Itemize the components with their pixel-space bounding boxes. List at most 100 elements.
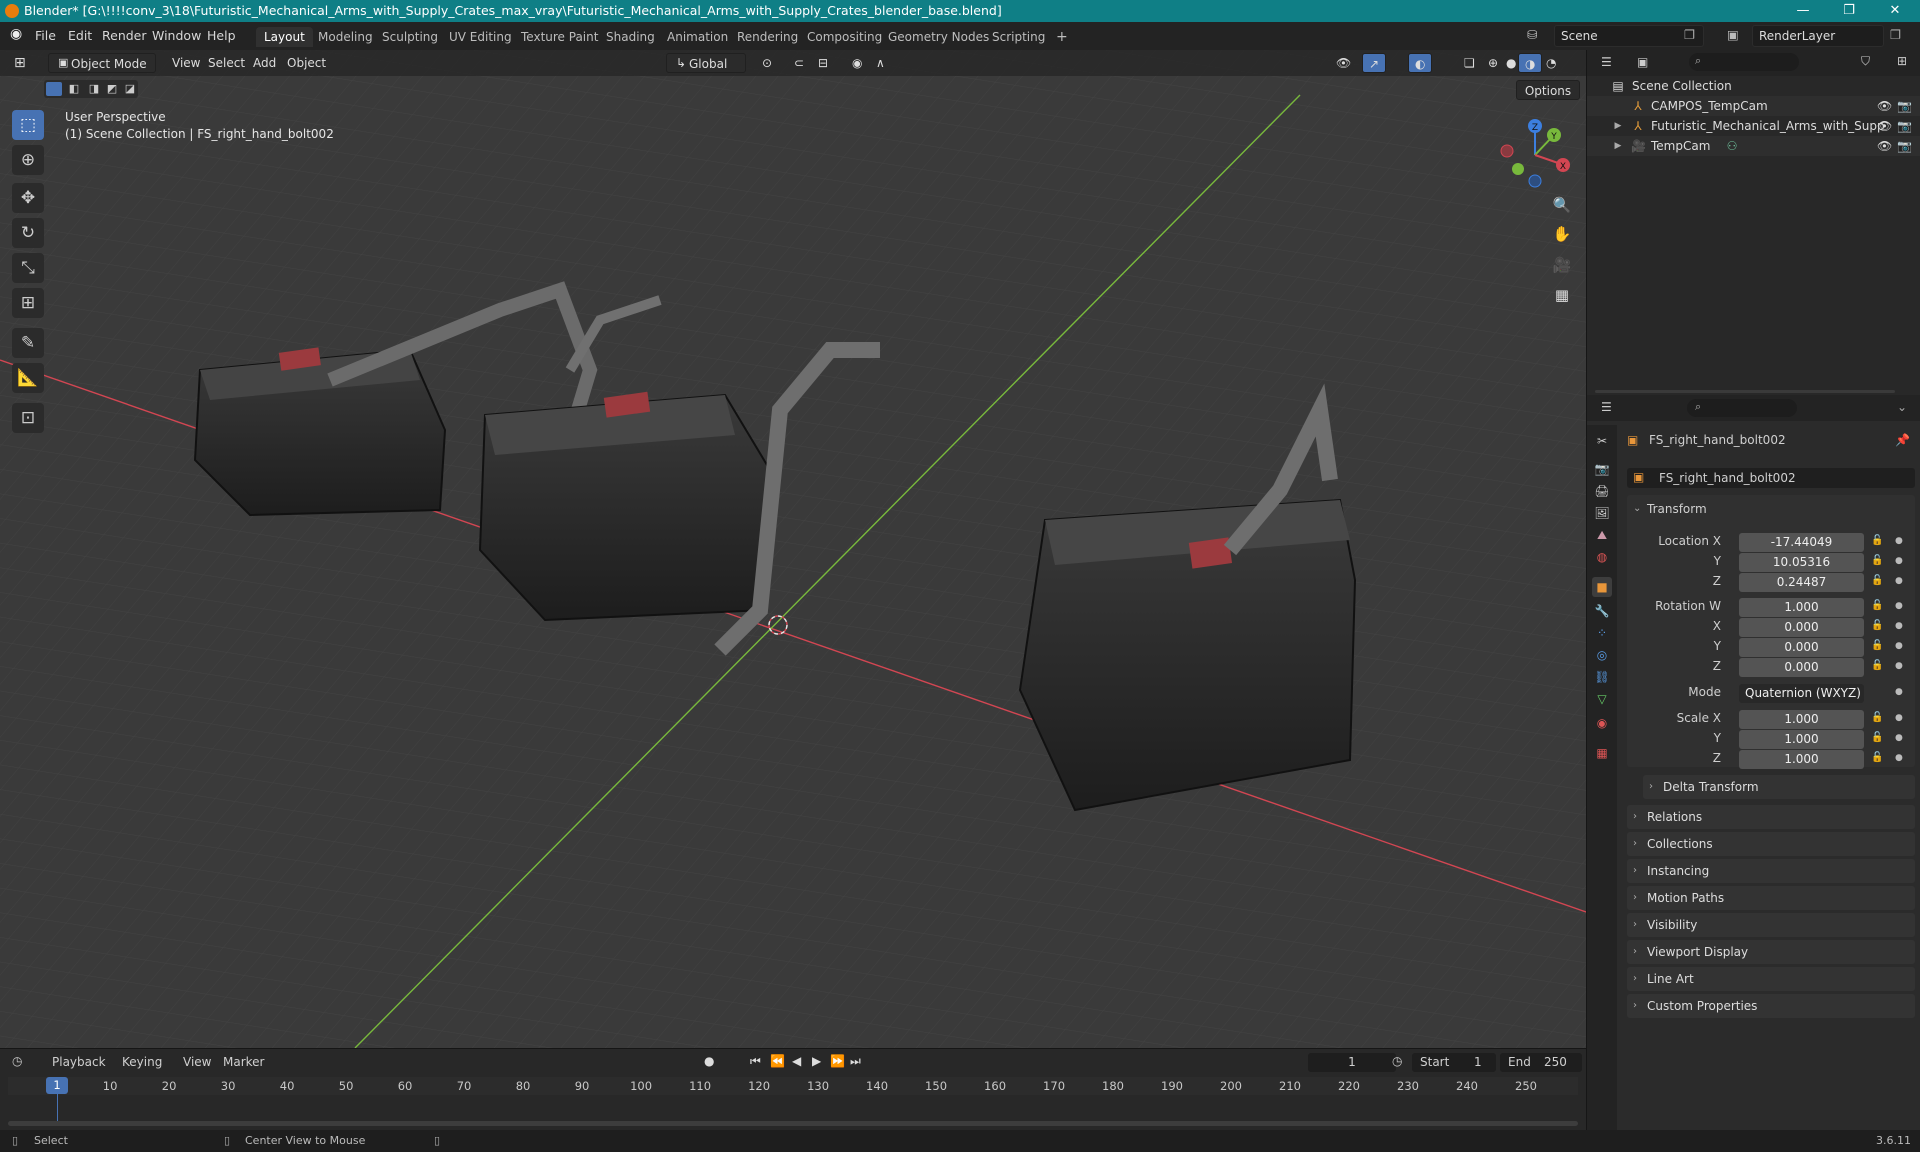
display-mode-icon[interactable]: ▣ <box>1637 55 1648 69</box>
transform-panel-title[interactable]: Transform <box>1647 502 1707 516</box>
tab-scripting[interactable]: Scripting <box>984 27 1053 47</box>
viewport-display-panel[interactable]: › Viewport Display <box>1627 940 1915 964</box>
rotation-y-field[interactable]: 0.000 <box>1739 638 1864 657</box>
pan-hand-icon[interactable]: ✋ <box>1549 221 1575 247</box>
lock-icon[interactable]: 🔓 <box>1871 640 1883 651</box>
scale-y-field[interactable]: 1.000 <box>1739 730 1864 749</box>
keyframe-dot-icon[interactable]: ● <box>1895 733 1903 743</box>
tab-animation[interactable]: Animation <box>659 27 736 47</box>
location-z-field[interactable]: 0.24487 <box>1739 573 1864 592</box>
xray-icon[interactable]: ❏ <box>1458 53 1481 73</box>
menu-render[interactable]: Render <box>102 28 147 43</box>
zoom-icon[interactable]: 🔍 <box>1549 192 1575 218</box>
camera-render-icon[interactable]: 📷 <box>1897 99 1912 113</box>
scene-new-icon[interactable]: ❐ <box>1684 27 1695 42</box>
close-button[interactable]: ✕ <box>1872 0 1918 22</box>
lock-icon[interactable]: 🔓 <box>1871 620 1883 631</box>
menu-help[interactable]: Help <box>207 28 236 43</box>
falloff-icon[interactable]: ∧ <box>870 53 891 73</box>
tab-texture-paint[interactable]: Texture Paint <box>513 27 606 47</box>
editor-type-icon[interactable]: ⊞ <box>8 53 32 73</box>
blender-menu-icon[interactable]: ◉ <box>10 26 22 42</box>
delta-transform-panel[interactable]: › Delta Transform <box>1643 775 1915 799</box>
line-art-panel[interactable]: › Line Art <box>1627 967 1915 991</box>
pin-icon[interactable]: 📌 <box>1895 433 1910 447</box>
maximize-button[interactable]: ❐ <box>1826 0 1872 22</box>
tool-tab-icon[interactable]: ✂ <box>1592 431 1612 451</box>
tab-sculpting[interactable]: Sculpting <box>374 27 446 47</box>
lock-icon[interactable]: 🔓 <box>1871 555 1883 566</box>
outliner-scrollbar[interactable] <box>1595 390 1895 393</box>
3d-viewport[interactable]: ⊞ Object Mode ▣ View Select Add Object G… <box>0 50 1586 1048</box>
view-layer-selector[interactable]: RenderLayer <box>1752 25 1884 47</box>
expand-chevron-icon[interactable]: ▶ <box>1611 139 1625 153</box>
keyframe-dot-icon[interactable]: ● <box>1895 576 1903 586</box>
keyframe-dot-icon[interactable]: ● <box>1895 687 1903 697</box>
camera-view-icon[interactable]: 🎥 <box>1549 252 1575 278</box>
lock-icon[interactable]: 🔓 <box>1871 732 1883 743</box>
motion-paths-panel[interactable]: › Motion Paths <box>1627 886 1915 910</box>
rotation-mode-dropdown[interactable]: Quaternion (WXYZ) <box>1739 684 1864 703</box>
tab-uv-editing[interactable]: UV Editing <box>441 27 520 47</box>
cursor-tool-icon[interactable]: ⊕ <box>12 145 44 175</box>
scale-x-field[interactable]: 1.000 <box>1739 710 1864 729</box>
new-collection-icon[interactable]: ⊞ <box>1897 54 1907 68</box>
keyframe-dot-icon[interactable]: ● <box>1895 661 1903 671</box>
add-cube-tool-icon[interactable]: ⊡ <box>12 403 44 433</box>
visibility-panel[interactable]: › Visibility <box>1627 913 1915 937</box>
view-layer-tab-icon[interactable]: 🖼 <box>1592 503 1612 523</box>
select-invert-icon[interactable]: ◩ <box>104 82 120 96</box>
keyframe-dot-icon[interactable]: ● <box>1895 601 1903 611</box>
select-intersect-icon[interactable]: ◪ <box>122 82 138 96</box>
eye-icon[interactable]: 👁 <box>1877 119 1892 133</box>
keyframe-dot-icon[interactable]: ● <box>1895 713 1903 723</box>
relations-panel[interactable]: › Relations <box>1627 805 1915 829</box>
minimize-button[interactable]: — <box>1780 0 1826 22</box>
lock-icon[interactable]: 🔓 <box>1871 660 1883 671</box>
eye-icon[interactable]: 👁 <box>1877 99 1892 113</box>
rotation-x-field[interactable]: 0.000 <box>1739 618 1864 637</box>
ortho-grid-icon[interactable]: ▦ <box>1549 282 1575 308</box>
outliner-row-campos[interactable]: ⅄ CAMPOS_TempCam 👁 📷 <box>1587 96 1920 116</box>
outliner-row-mechanical-arms[interactable]: ▶ ⅄ Futuristic_Mechanical_Arms_with_Supp… <box>1587 116 1920 136</box>
rotation-w-field[interactable]: 1.000 <box>1739 598 1864 617</box>
viewport-menu-view[interactable]: View <box>166 53 206 73</box>
eye-icon[interactable]: 👁 <box>1877 139 1892 153</box>
menu-window[interactable]: Window <box>152 28 201 43</box>
annotate-tool-icon[interactable]: ✎ <box>12 328 44 358</box>
add-workspace-button[interactable]: + <box>1048 27 1076 47</box>
select-extend-icon[interactable]: ◧ <box>66 82 82 96</box>
lock-icon[interactable]: 🔓 <box>1871 575 1883 586</box>
output-tab-icon[interactable]: 🖨 <box>1592 481 1612 501</box>
tab-rendering[interactable]: Rendering <box>729 27 806 47</box>
tab-compositing[interactable]: Compositing <box>799 27 890 47</box>
keyframe-dot-icon[interactable]: ● <box>1895 556 1903 566</box>
options-dropdown[interactable]: Options <box>1516 80 1580 100</box>
chevron-down-icon[interactable]: ⌄ <box>1897 400 1907 414</box>
outliner-row-scene-collection[interactable]: ▤ Scene Collection <box>1587 76 1920 96</box>
select-new-icon[interactable] <box>46 82 62 96</box>
overlay-toggle-icon[interactable]: ◐ <box>1408 53 1433 73</box>
instancing-panel[interactable]: › Instancing <box>1627 859 1915 883</box>
navigation-gizmo[interactable]: Z Y X <box>1495 115 1575 195</box>
location-x-field[interactable]: -17.44049 <box>1739 533 1864 552</box>
viewport-menu-select[interactable]: Select <box>202 53 251 73</box>
scale-tool-icon[interactable]: ⤡ <box>12 253 44 283</box>
render-tab-icon[interactable]: 📷 <box>1592 459 1612 479</box>
tab-modeling[interactable]: Modeling <box>310 27 381 47</box>
measure-tool-icon[interactable]: 📐 <box>12 363 44 393</box>
proportional-edit-icon[interactable]: ◉ <box>846 53 868 73</box>
select-box-tool-icon[interactable]: ⬚ <box>12 110 44 140</box>
expand-chevron-icon[interactable]: ▶ <box>1611 119 1625 133</box>
pivot-icon[interactable]: ⊙ <box>756 53 778 73</box>
filter-icon[interactable]: ⛉ <box>1861 54 1870 69</box>
playhead[interactable]: 1 <box>46 1077 68 1094</box>
menu-edit[interactable]: Edit <box>68 28 92 43</box>
scale-z-field[interactable]: 1.000 <box>1739 750 1864 769</box>
outliner-editor-icon[interactable]: ☰ <box>1601 55 1612 69</box>
properties-search-input[interactable] <box>1687 399 1797 417</box>
select-subtract-icon[interactable]: ◨ <box>86 82 102 96</box>
tab-geometry-nodes[interactable]: Geometry Nodes <box>880 27 997 47</box>
lock-icon[interactable]: 🔓 <box>1871 752 1883 763</box>
material-shading-icon[interactable]: ◑ <box>1518 53 1543 73</box>
